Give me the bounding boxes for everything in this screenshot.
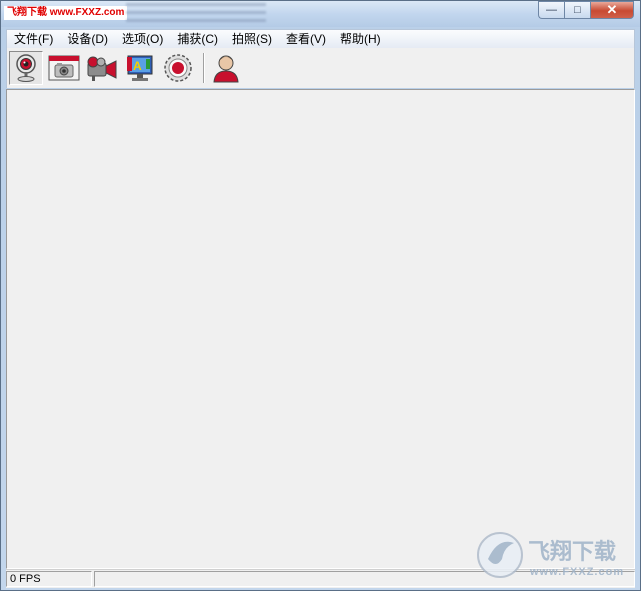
minimize-button[interactable]: — — [538, 1, 564, 19]
menu-device[interactable]: 设备(D) — [60, 31, 115, 47]
camera-window-button[interactable] — [47, 51, 81, 85]
user-icon — [213, 55, 239, 83]
app-window: 飞翔下载 www.FXXZ.com — □ ✕ 文件(F) 设备(D) 选项(O… — [0, 0, 641, 591]
video-camera-button[interactable] — [85, 51, 119, 85]
watermark-label: 飞翔下载 www.FXXZ.com — [4, 6, 128, 20]
video-preview-area[interactable] — [6, 89, 635, 569]
monitor-paint-button[interactable]: A — [123, 51, 157, 85]
maximize-button[interactable]: □ — [564, 1, 590, 19]
menu-bar: 文件(F) 设备(D) 选项(O) 捕获(C) 拍照(S) 查看(V) 帮助(H… — [6, 29, 635, 49]
title-bar[interactable]: 飞翔下载 www.FXXZ.com — □ ✕ — [1, 1, 640, 27]
toolbar-separator — [203, 53, 205, 83]
menu-capture[interactable]: 捕获(C) — [170, 31, 225, 47]
site-logo: 飞翔下载 www.FXXZ.com — [477, 532, 624, 578]
logo-url: www.FXXZ.com — [529, 566, 624, 578]
fps-readout: 0 FPS — [6, 571, 92, 587]
monitor-paint-icon: A — [127, 55, 153, 81]
user-button[interactable] — [209, 51, 243, 85]
logo-title: 飞翔下载 — [528, 539, 616, 565]
menu-options[interactable]: 选项(O) — [115, 31, 170, 47]
menu-view[interactable]: 查看(V) — [279, 31, 333, 47]
camera-window-icon — [48, 55, 80, 81]
menu-file[interactable]: 文件(F) — [7, 31, 60, 47]
menu-help[interactable]: 帮助(H) — [333, 31, 388, 47]
toolbar: A — [6, 48, 635, 88]
webcam-icon — [16, 54, 36, 82]
record-button[interactable] — [161, 51, 195, 85]
svg-text:A: A — [133, 59, 142, 73]
menu-snapshot[interactable]: 拍照(S) — [225, 31, 279, 47]
record-icon — [164, 54, 192, 82]
blurred-title-background — [126, 3, 266, 23]
video-camera-icon — [87, 56, 117, 81]
window-controls: — □ ✕ — [538, 1, 634, 19]
close-button[interactable]: ✕ — [590, 1, 634, 19]
webcam-button[interactable] — [9, 51, 43, 85]
